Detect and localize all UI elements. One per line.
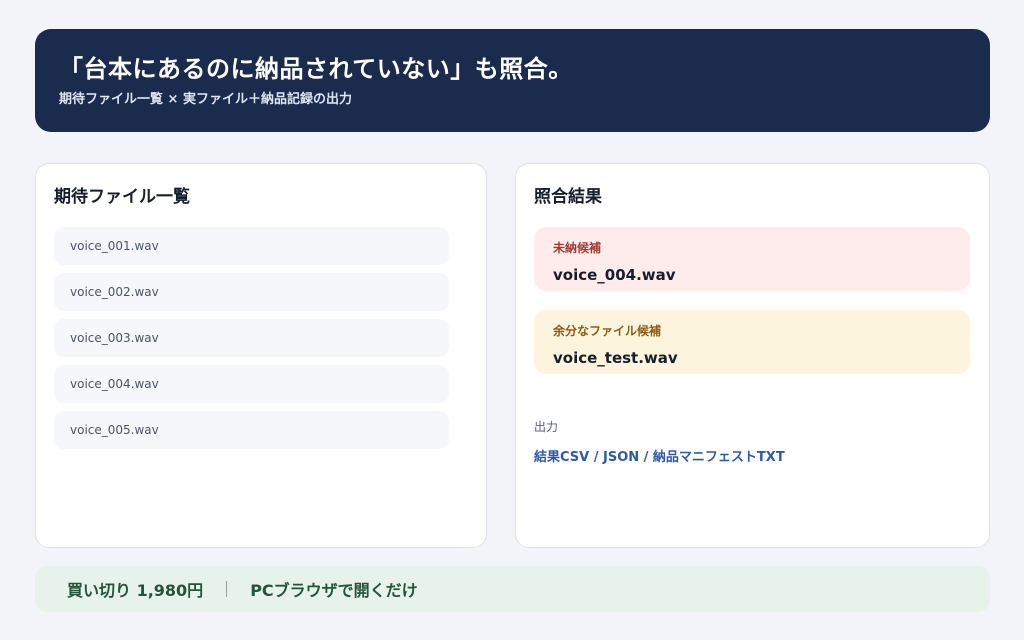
expected-file-list: voice_001.wav voice_002.wav voice_003.wa…: [54, 227, 468, 449]
extra-candidate-box: 余分なファイル候補 voice_test.wav: [534, 310, 970, 374]
hero-title: 「台本にあるのに納品されていない」も照合。: [59, 55, 573, 83]
missing-candidate-label: 未納候補: [553, 241, 602, 255]
missing-candidate-box: 未納候補 voice_004.wav: [534, 227, 970, 291]
extra-candidate-value: voice_test.wav: [553, 349, 678, 367]
missing-candidate-value: voice_004.wav: [553, 266, 676, 284]
pricing-banner: 買い切り 1,980円 PCブラウザで開くだけ: [35, 566, 990, 612]
price-text: 買い切り 1,980円: [67, 581, 204, 600]
output-label: 出力: [534, 420, 559, 434]
extra-candidate-label: 余分なファイル候補: [553, 324, 662, 338]
expected-files-card: 期待ファイル一覧 voice_001.wav voice_002.wav voi…: [35, 163, 487, 548]
results-title: 照合結果: [534, 187, 602, 207]
file-item: voice_001.wav: [54, 227, 449, 265]
output-formats: 結果CSV / JSON / 納品マニフェストTXT: [534, 450, 785, 465]
expected-files-title: 期待ファイル一覧: [54, 187, 190, 207]
footer-divider: [226, 581, 228, 597]
file-item: voice_005.wav: [54, 411, 449, 449]
file-item: voice_002.wav: [54, 273, 449, 311]
file-item: voice_004.wav: [54, 365, 449, 403]
file-item: voice_003.wav: [54, 319, 449, 357]
results-card: 照合結果 未納候補 voice_004.wav 余分なファイル候補 voice_…: [515, 163, 990, 548]
hero-subtitle: 期待ファイル一覧 × 実ファイル＋納品記録の出力: [59, 92, 352, 107]
hero-banner: 「台本にあるのに納品されていない」も照合。 期待ファイル一覧 × 実ファイル＋納…: [35, 29, 990, 132]
browser-note: PCブラウザで開くだけ: [250, 581, 418, 600]
